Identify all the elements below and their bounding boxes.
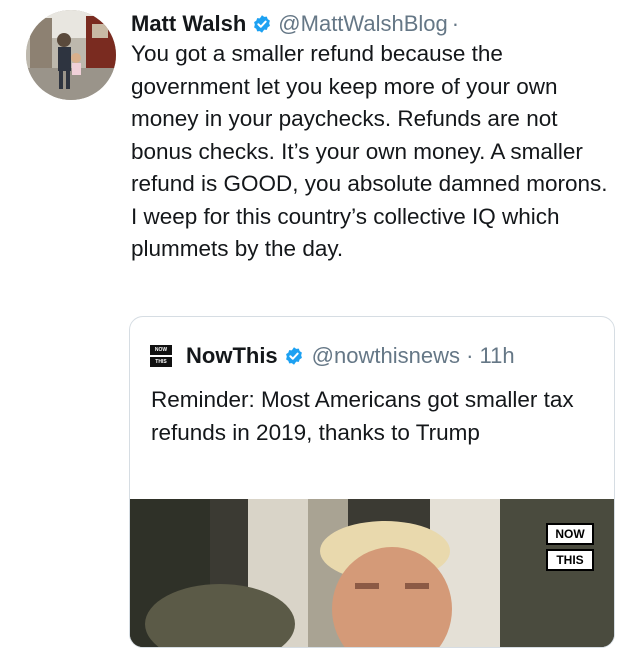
header-separator: · — [451, 11, 460, 36]
tweet-text: You got a smaller refund because the gov… — [131, 41, 608, 261]
watermark-line-this: THIS — [546, 549, 594, 571]
quoted-author-name[interactable]: NowThis — [186, 343, 278, 369]
avatar-photo — [26, 10, 116, 100]
media-photo — [130, 499, 614, 647]
quoted-author-handle[interactable]: @nowthisnews · 11h — [312, 343, 515, 369]
author-name[interactable]: Matt Walsh — [131, 11, 246, 37]
tweet-header: Matt Walsh @MattWalshBlog · — [131, 6, 459, 42]
quoted-tweet-media[interactable]: NOW THIS — [130, 499, 614, 647]
nowthis-watermark: NOW THIS — [546, 523, 594, 571]
logo-line-this: THIS — [150, 357, 172, 367]
nowthis-logo-icon[interactable]: NOW THIS — [150, 343, 172, 369]
watermark-line-now: NOW — [546, 523, 594, 545]
quoted-tweet-header: NOW THIS NowThis @nowthisnews · 11h — [150, 341, 515, 371]
verified-badge-icon — [285, 347, 302, 365]
avatar[interactable] — [26, 10, 116, 100]
author-handle[interactable]: @MattWalshBlog — [278, 11, 447, 37]
quoted-tweet-text: Reminder: Most Americans got smaller tax… — [151, 387, 574, 445]
verified-badge-icon — [254, 15, 271, 33]
logo-line-now: NOW — [150, 345, 172, 355]
quoted-tweet-card[interactable]: NOW THIS NowThis @nowthisnews · 11h Remi… — [129, 316, 615, 648]
